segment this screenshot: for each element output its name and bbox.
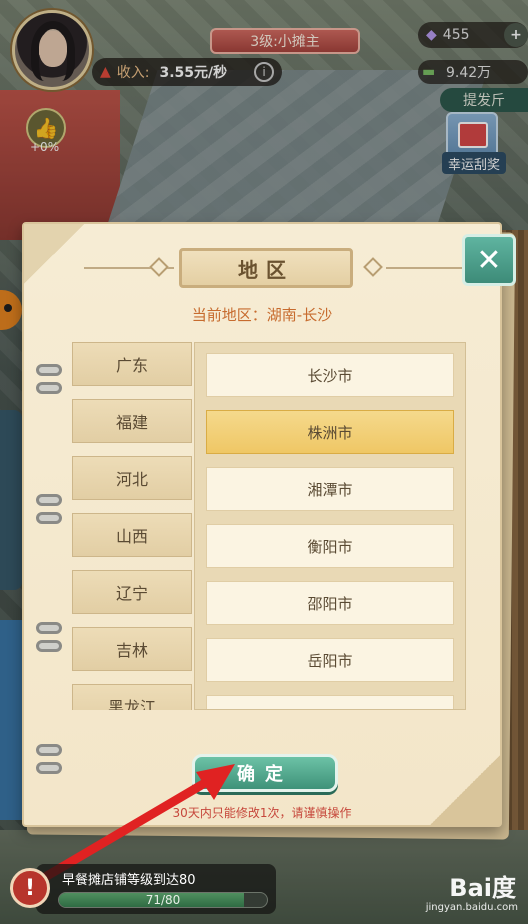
ring-icon (36, 622, 62, 634)
ring-icon (36, 762, 62, 774)
city-item[interactable]: 长沙市 (206, 353, 454, 397)
city-item-selected[interactable]: 株洲市 (206, 410, 454, 454)
dialog-page: 地区 ✕ 当前地区：湖南-长沙 广东 福建 河北 山西 辽宁 吉林 黑龙江 长沙… (22, 222, 516, 827)
change-limit-notice: 30天内只能修改1次，请谨慎操作 (172, 806, 352, 820)
province-item[interactable]: 吉林 (72, 627, 192, 671)
province-item[interactable]: 福建 (72, 399, 192, 443)
city-item[interactable]: 岳阳市 (206, 638, 454, 682)
ring-icon (36, 382, 62, 394)
ring-icon (36, 494, 62, 506)
province-item[interactable]: 黑龙江 (72, 684, 192, 710)
title-ornament-diamond (363, 257, 383, 277)
city-list[interactable]: 长沙市 株洲市 湘潭市 衡阳市 邵阳市 岳阳市 (194, 342, 466, 710)
alert-icon: ! (10, 868, 50, 908)
province-item[interactable]: 辽宁 (72, 570, 192, 614)
dialog-title: 地区 (179, 248, 353, 288)
task-text: 早餐摊店铺等级到达80 (62, 873, 196, 888)
ring-icon (36, 364, 62, 376)
province-item[interactable]: 山西 (72, 513, 192, 557)
province-item[interactable]: 广东 (72, 342, 192, 386)
title-ornament-diamond (149, 257, 169, 277)
ring-icon (36, 744, 62, 756)
ring-icon (36, 640, 62, 652)
region-dialog: 地区 ✕ 当前地区：湖南-长沙 广东 福建 河北 山西 辽宁 吉林 黑龙江 长沙… (22, 222, 516, 840)
city-item[interactable]: 衡阳市 (206, 524, 454, 568)
task-progress-label: 71/80 (145, 893, 181, 907)
confirm-button[interactable]: 确定 (192, 754, 338, 792)
close-icon[interactable]: ✕ (462, 234, 516, 286)
city-item[interactable]: 湘潭市 (206, 467, 454, 511)
task-progress-widget[interactable]: ! 早餐摊店铺等级到达80 71/80 (10, 864, 276, 914)
city-item[interactable] (206, 695, 454, 709)
baidu-watermark: Bai度 (449, 874, 516, 902)
baidu-watermark-url: jingyan.baidu.com (425, 902, 518, 913)
current-region-text: 当前地区：湖南-长沙 (191, 306, 333, 324)
province-list[interactable]: 广东 福建 河北 山西 辽宁 吉林 黑龙江 (72, 342, 194, 710)
city-item[interactable]: 邵阳市 (206, 581, 454, 625)
ring-icon (36, 512, 62, 524)
province-item[interactable]: 河北 (72, 456, 192, 500)
